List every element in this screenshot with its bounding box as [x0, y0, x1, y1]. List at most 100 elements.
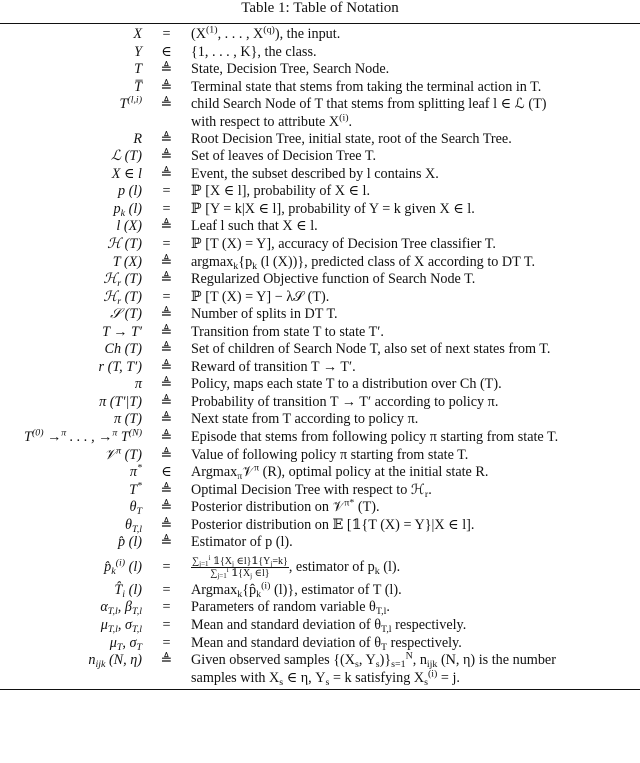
notation-row: μT,l, σT,l = Mean and standard deviation o… [0, 617, 640, 635]
notation-relation: ∈ [161, 43, 172, 60]
notation-symbol: T̅ [134, 78, 142, 95]
notation-relation: ≜ [160, 323, 173, 340]
notation-row: T̂i (l) = Argmaxk{p̂k(i) (l)}, estimator o… [0, 581, 640, 600]
notation-relation: = [162, 200, 171, 217]
notation-symbol: ℒ (T) [110, 148, 142, 165]
notation-row: T → T′ ≜ Transition from state T to state … [0, 324, 640, 342]
notation-relation: ≜ [160, 376, 173, 393]
notation-definition: Set of children of Search Node T, also s… [191, 341, 551, 358]
notation-definition: Value of following policy π starting fro… [191, 446, 469, 463]
notation-symbol: nijk (N, η) [88, 652, 142, 671]
notation-row: T* ≜ Optimal Decision Tree with respect to… [0, 481, 640, 500]
notation-relation: ≜ [160, 130, 173, 147]
notation-row: αT,l, βT,l = Parameters of random variable… [0, 599, 640, 617]
notation-symbol: p (l) [117, 183, 142, 200]
notation-row-continuation: with respect to attribute X(i). [0, 112, 640, 131]
notation-definition: Argmaxπ𝒱π (R), optimal policy at the ini… [191, 462, 489, 483]
notation-definition: Number of splits in DT T. [191, 306, 338, 323]
notation-definition: Policy, maps each state T to a distribut… [191, 376, 502, 393]
notation-relation: = [162, 288, 171, 305]
notation-definition: ℙ [X ∈ l], probability of X ∈ l. [191, 183, 371, 200]
notation-symbol: T(0) →π . . . , →π T(N) [24, 427, 142, 446]
notation-row: Ch (T) ≜ Set of children of Search Node T,… [0, 341, 640, 359]
notation-symbol: T(l,i) [119, 94, 143, 113]
notation-symbol: R [133, 130, 142, 147]
notation-definition-continued: with respect to attribute X(i). [191, 112, 353, 130]
notation-definition: ℙ [T (X) = Y], accuracy of Decision Tree… [191, 236, 496, 253]
notation-relation: ≜ [160, 516, 173, 533]
notation-symbol-empty [0, 670, 142, 687]
notation-symbol: T [134, 61, 142, 78]
notation-relation: ≜ [160, 306, 173, 323]
notation-symbol: ℋr (T) [103, 271, 142, 290]
notation-symbol: θT [129, 499, 142, 518]
notation-relation: ≜ [160, 411, 173, 428]
notation-relation: ≜ [160, 341, 173, 358]
notation-symbol: X ∈ l [111, 165, 142, 182]
notation-symbol: π [134, 376, 142, 393]
fraction: ∑j=1i 𝟙{Xj ∈l}𝟙{Yj=k} ∑j=1i 𝟙{Xj ∈l} [191, 554, 289, 581]
notation-symbol: 𝒮 (T) [110, 306, 142, 323]
notation-row: p (l) = ℙ [X ∈ l], probability of X ∈ l. [0, 183, 640, 201]
notation-row: T(l,i) ≜ child Search Node of T that stems… [0, 94, 640, 114]
notation-relation-empty [142, 670, 191, 687]
notation-row: ℒ (T) ≜ Set of leaves of Decision Tree T. [0, 148, 640, 166]
notation-symbol: p̂k(i) (l) [104, 557, 142, 577]
notation-relation: = [162, 26, 171, 42]
notation-row: T̅ ≜ Terminal state that stems from taking… [0, 79, 640, 97]
notation-definition-continued: samples with Xs ∈ η, Ys = k satisfying X… [191, 668, 460, 688]
notation-symbol-empty [0, 114, 142, 131]
notation-relation: ≜ [160, 652, 173, 669]
notation-row: T ≜ State, Decision Tree, Search Node. [0, 61, 640, 79]
notation-symbol: π (T′|T) [99, 393, 142, 410]
notation-relation: = [162, 616, 171, 633]
notation-definition: Posterior distribution on 𝔼 [𝟙{T (X) = Y… [191, 516, 475, 533]
notation-row: p̂k(i) (l) = ∑j=1i 𝟙{Xj ∈l}𝟙{Yj=k} ∑j=1i 𝟙{… [0, 552, 640, 582]
notation-relation: ≜ [160, 96, 173, 113]
notation-symbol: pk (l) [113, 200, 142, 219]
table-caption: Table 1: Table of Notation [241, 0, 399, 16]
notation-row: p̂ (l) ≜ Estimator of p (l). [0, 534, 640, 552]
notation-definition: ℙ [Y = k|X ∈ l], probability of Y = k gi… [191, 200, 475, 217]
notation-row: pk (l) = ℙ [Y = k|X ∈ l], probability of Y… [0, 201, 640, 219]
notation-row: 𝒱π (T) ≜ Value of following policy π start… [0, 446, 640, 465]
notation-definition: {1, . . . , K}, the class. [191, 43, 317, 60]
notation-relation-empty [142, 114, 191, 131]
notation-row: μT, σT = Mean and standard deviation of θT… [0, 635, 640, 653]
notation-symbol: Y [134, 43, 142, 60]
table-top-rule [0, 23, 640, 24]
notation-row: π (T′|T) ≜ Probability of transition T → T… [0, 394, 640, 412]
notation-definition: Parameters of random variable θT,l. [191, 599, 390, 618]
notation-relation: ≜ [160, 534, 173, 551]
notation-definition: Optimal Decision Tree with respect to ℋr… [191, 481, 432, 500]
notation-row: l (X) ≜ Leaf l such that X ∈ l. [0, 218, 640, 236]
notation-definition: Mean and standard deviation of θT respec… [191, 634, 462, 653]
notation-symbol: μT,l, σT,l [100, 616, 142, 635]
notation-symbol: Ch (T) [104, 341, 142, 358]
notation-symbol: p̂ (l) [117, 534, 142, 551]
notation-symbol: μT, σT [109, 634, 142, 653]
notation-definition: Regularized Objective function of Search… [191, 271, 476, 288]
notation-row: Y ∈ {1, . . . , K}, the class. [0, 44, 640, 62]
notation-row: θT ≜ Posterior distribution on 𝒱π* (T). [0, 498, 640, 518]
notation-symbol: T → T′ [102, 323, 142, 340]
notation-row: X ∈ l ≜ Event, the subset described by l c… [0, 166, 640, 184]
notation-relation: = [162, 581, 171, 598]
notation-definition: ℙ [T (X) = Y] − λ𝒮 (T). [191, 288, 330, 305]
notation-relation: = [162, 634, 171, 651]
notation-row: θT,l ≜ Posterior distribution on 𝔼 [𝟙{T (X… [0, 517, 640, 535]
notation-relation: ≜ [160, 78, 173, 95]
notation-definition: Episode that stems from following policy… [191, 429, 559, 446]
notation-row: R ≜ Root Decision Tree, initial state, roo… [0, 131, 640, 149]
notation-definition: Mean and standard deviation of θT,l resp… [191, 616, 467, 635]
notation-symbol: ℋ (T) [107, 236, 142, 253]
notation-definition: Next state from T according to policy π. [191, 411, 419, 428]
notation-relation: ≜ [160, 429, 173, 446]
notation-row: r (T, T′) ≜ Reward of transition T → T′. [0, 359, 640, 377]
notation-relation: = [162, 599, 171, 616]
notation-relation: ≜ [160, 481, 173, 498]
notation-row: ℋr (T) = ℙ [T (X) = Y] − λ𝒮 (T). [0, 289, 640, 307]
notation-relation: ≜ [160, 253, 173, 270]
notation-symbol: X [133, 26, 142, 42]
notation-row: π* ∈ Argmaxπ𝒱π (R), optimal policy at the … [0, 462, 640, 483]
